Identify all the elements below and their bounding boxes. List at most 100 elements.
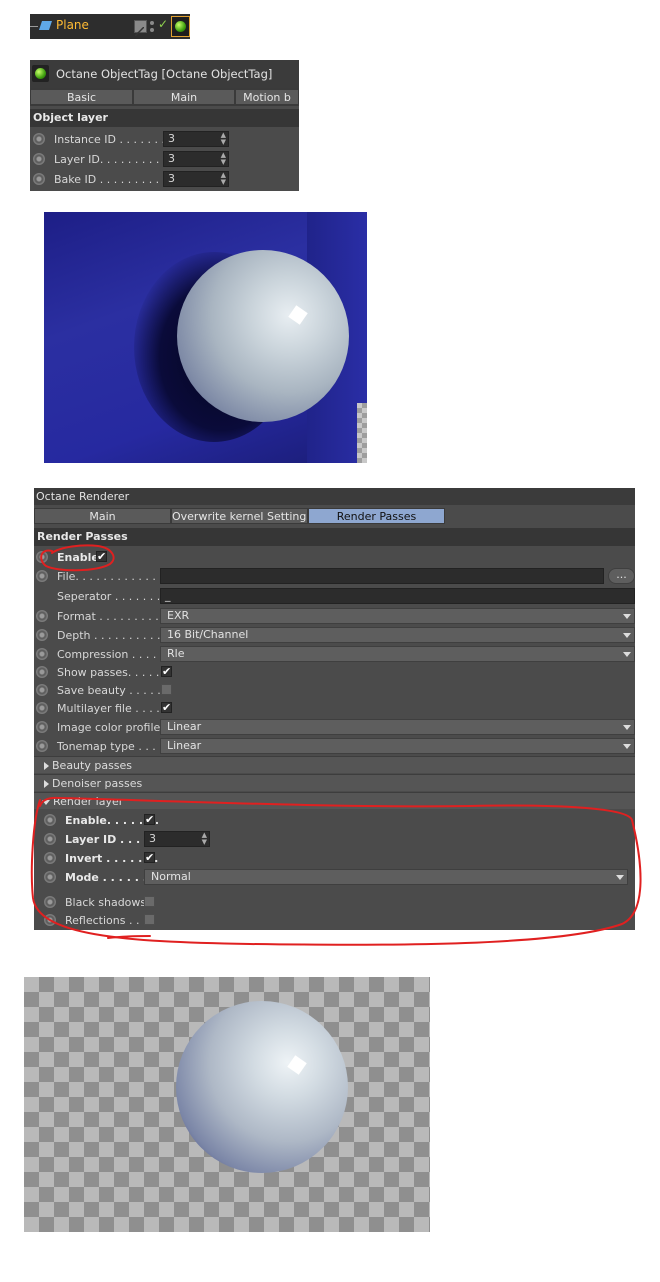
compression-dropdown[interactable]: Rle [160, 646, 635, 662]
animate-radio[interactable] [44, 814, 56, 826]
tab-basic[interactable]: Basic [30, 89, 133, 105]
depth-dropdown[interactable]: 16 Bit/Channel [160, 627, 635, 643]
rl-layer-id-row: Layer ID . . . . . 3 ▲ ▼ [34, 830, 635, 850]
octane-tag-icon [32, 65, 49, 82]
tab-motion-blur[interactable]: Motion b [235, 89, 299, 105]
renderer-title: Octane Renderer [34, 488, 635, 505]
instance-id-label: Instance ID . . . . . . . . [54, 133, 172, 146]
octane-renderer-panel: Octane Renderer Main Overwrite kernel Se… [34, 488, 635, 930]
animate-radio[interactable] [33, 153, 45, 165]
layer-id-label: Layer ID. . . . . . . . . . . [54, 153, 174, 166]
multilayer-row: Multilayer file . . . . . ✔ [34, 699, 635, 719]
instance-id-field[interactable]: 3 ▲ ▼ [163, 131, 229, 147]
alpha-checker-edge [357, 403, 367, 463]
group-beauty-passes[interactable]: Beauty passes [34, 756, 635, 773]
animate-radio[interactable] [33, 133, 45, 145]
rl-enable-row: Enable. . . . . . . ✔ [34, 811, 635, 831]
enable-row: Enable ✔ [34, 548, 635, 568]
animate-radio[interactable] [44, 852, 56, 864]
bake-id-field[interactable]: 3 ▲ ▼ [163, 171, 229, 187]
show-passes-checkbox[interactable]: ✔ [161, 666, 172, 677]
group-label: Beauty passes [52, 759, 133, 772]
tab-main[interactable]: Main [34, 508, 171, 524]
file-path-input[interactable] [160, 568, 604, 584]
animate-radio[interactable] [36, 702, 48, 714]
show-passes-label: Show passes. . . . . . [57, 666, 167, 679]
tab-overwrite-kernel-settings[interactable]: Overwrite kernel Settings [171, 508, 308, 524]
hierarchy-line [30, 26, 38, 27]
format-dropdown[interactable]: EXR [160, 608, 635, 624]
separator-input[interactable]: _ [160, 588, 635, 604]
plane-icon [39, 21, 52, 30]
layer-id-row: Layer ID. . . . . . . . . . . 3 ▲ ▼ [30, 150, 299, 170]
format-label: Format . . . . . . . . . . . [57, 610, 173, 623]
phong-tag-icon[interactable] [134, 20, 147, 37]
separator-label: Seperator . . . . . . . . [57, 590, 168, 603]
renderer-tab-row: Main Overwrite kernel Settings Render Pa… [34, 507, 635, 525]
animate-radio[interactable] [36, 684, 48, 696]
instance-id-row: Instance ID . . . . . . . . 3 ▲ ▼ [30, 130, 299, 150]
compression-row: Compression . . . . . . Rle [34, 645, 635, 665]
rl-mode-dropdown[interactable]: Normal [144, 869, 628, 885]
file-browse-button[interactable]: ... [608, 568, 635, 584]
render-preview-alpha [24, 977, 430, 1232]
animate-radio[interactable] [36, 740, 48, 752]
visibility-dots-icon[interactable] [148, 18, 158, 34]
multilayer-label: Multilayer file . . . . . [57, 702, 167, 715]
section-render-passes: Render Passes [34, 528, 635, 546]
bake-id-label: Bake ID . . . . . . . . . . . [54, 173, 174, 186]
chevron-down-icon [623, 614, 631, 619]
chevron-down-icon [616, 875, 624, 880]
tonemap-row: Tonemap type . . . . Linear [34, 737, 635, 757]
chevron-down-icon [623, 725, 631, 730]
animate-radio[interactable] [36, 648, 48, 660]
enable-label: Enable [57, 551, 99, 564]
group-label: Denoiser passes [52, 777, 143, 790]
render-preview-with-background [44, 212, 367, 463]
rl-enable-checkbox[interactable]: ✔ [144, 814, 155, 825]
animate-radio[interactable] [36, 610, 48, 622]
chevron-down-icon [623, 744, 631, 749]
tab-render-passes[interactable]: Render Passes [308, 508, 445, 524]
rl-black-shadows-row: Black shadows [34, 893, 635, 913]
object-manager-row[interactable]: Plane ✓ [30, 14, 190, 39]
collapse-arrow-icon [42, 799, 50, 805]
color-profile-dropdown[interactable]: Linear [160, 719, 635, 735]
octane-tag-icon[interactable] [171, 16, 190, 37]
sphere [177, 250, 349, 422]
animate-radio[interactable] [44, 914, 56, 926]
depth-label: Depth . . . . . . . . . . . . [57, 629, 175, 642]
compression-label: Compression . . . . . . [57, 648, 171, 661]
tab-main[interactable]: Main [133, 89, 235, 105]
rl-reflections-checkbox[interactable] [144, 914, 155, 925]
group-render-layer[interactable]: Render layer [34, 792, 635, 809]
animate-radio[interactable] [36, 551, 48, 563]
group-label: Render layer [53, 795, 124, 808]
sphere [176, 1001, 348, 1173]
save-beauty-checkbox[interactable] [161, 684, 172, 695]
expand-arrow-icon [44, 762, 49, 770]
tonemap-dropdown[interactable]: Linear [160, 738, 635, 754]
rl-layer-id-field[interactable]: 3 ▲ ▼ [144, 831, 210, 847]
animate-radio[interactable] [44, 833, 56, 845]
multilayer-checkbox[interactable]: ✔ [161, 702, 172, 713]
animate-radio[interactable] [36, 666, 48, 678]
separator-row: Seperator . . . . . . . . _ [34, 587, 635, 607]
animate-radio[interactable] [44, 896, 56, 908]
rl-invert-checkbox[interactable]: ✔ [144, 852, 155, 863]
animate-radio[interactable] [33, 173, 45, 185]
object-name[interactable]: Plane [56, 18, 89, 32]
tag-title: Octane ObjectTag [Octane ObjectTag] [56, 67, 273, 81]
animate-radio[interactable] [36, 570, 48, 582]
rl-mode-row: Mode . . . . . . . . Normal [34, 868, 635, 888]
enable-checkbox[interactable]: ✔ [96, 551, 107, 562]
animate-radio[interactable] [44, 871, 56, 883]
enabled-check-icon[interactable]: ✓ [158, 17, 168, 31]
rl-layer-id-label: Layer ID . . . . . [65, 833, 157, 846]
animate-radio[interactable] [36, 721, 48, 733]
group-denoiser-passes[interactable]: Denoiser passes [34, 774, 635, 791]
animate-radio[interactable] [36, 629, 48, 641]
layer-id-field[interactable]: 3 ▲ ▼ [163, 151, 229, 167]
color-profile-row: Image color profile Linear [34, 718, 635, 738]
rl-black-shadows-checkbox[interactable] [144, 896, 155, 907]
